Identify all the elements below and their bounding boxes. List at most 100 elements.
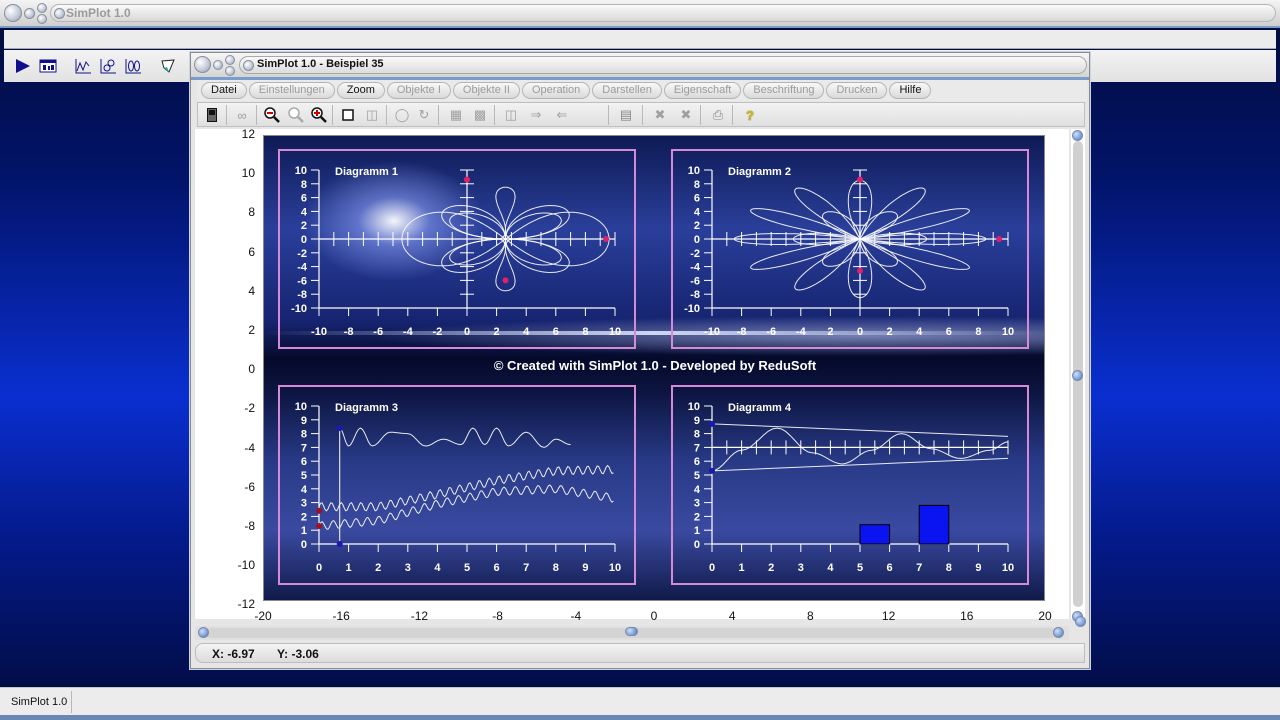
y-tick-label: 4 <box>694 206 701 218</box>
menu-item-objekte-ii[interactable]: Objekte II <box>452 82 520 99</box>
scroll-up-button[interactable] <box>1072 130 1083 141</box>
window-maximize-knob[interactable] <box>225 55 235 65</box>
y-tick-label: 0 <box>301 539 307 551</box>
taskbar-item[interactable]: SimPlot 1.0 <box>4 691 72 713</box>
y-tick-label: 10 <box>688 401 700 413</box>
x-tick-label: -4 <box>796 326 807 338</box>
device-icon[interactable] <box>202 106 222 124</box>
grid-icon[interactable]: ◫ <box>362 106 382 124</box>
scroll-right-button[interactable] <box>1053 627 1064 638</box>
y-tick-label: 2 <box>301 511 307 523</box>
cursor-y: Y: -3.06 <box>277 647 319 661</box>
window-restore-knob[interactable] <box>225 66 235 76</box>
x-tick-label: 10 <box>1002 326 1014 338</box>
x-tick-label: 3 <box>405 562 411 574</box>
marker-point <box>996 236 1003 242</box>
horizontal-scroll-thumb[interactable] <box>625 627 638 636</box>
x-tick-label: 2 <box>494 326 500 338</box>
menu-item-eigenschaft[interactable]: Eigenschaft <box>663 82 742 99</box>
print-icon[interactable]: ⎙ <box>708 106 728 124</box>
x-tick-label: 0 <box>316 562 322 574</box>
y-tick-label: -2 <box>690 248 700 260</box>
menu-item-einstellungen[interactable]: Einstellungen <box>248 82 335 99</box>
marker-point <box>316 523 322 530</box>
y-axis-tick-label: 2 <box>248 323 255 337</box>
layout-icon[interactable]: ◫ <box>501 106 521 124</box>
window-minimize-knob[interactable] <box>213 60 223 70</box>
delete-icon[interactable]: ✖ <box>650 106 670 124</box>
y-axis-tick-label: 0 <box>248 362 255 377</box>
x-axis-tick-label: 8 <box>807 609 814 623</box>
zoom-reset-icon[interactable] <box>286 106 306 124</box>
menu-item-operation[interactable]: Operation <box>521 82 591 99</box>
bar[interactable] <box>859 524 891 545</box>
menu-item-datei[interactable]: Datei <box>201 82 247 99</box>
x-tick-label: 2 <box>827 326 833 338</box>
menu-item-beschriftung[interactable]: Beschriftung <box>743 82 825 99</box>
toolbar-separator <box>642 105 643 125</box>
y-tick-label: 2 <box>301 220 307 232</box>
diagram-2: Diagramm 21086420-2-4-6-8-10-10 -8 -6 -4 2 0 2… <box>671 149 1029 349</box>
close-knob[interactable] <box>4 4 22 22</box>
x-tick-label: -8 <box>344 326 354 338</box>
marker-point <box>464 176 470 183</box>
menu-item-darstellen[interactable]: Darstellen <box>592 82 662 99</box>
horizontal-scrollbar[interactable] <box>195 616 1086 640</box>
pages-icon[interactable]: ▤ <box>616 106 636 124</box>
delete-all-icon[interactable]: ✖ <box>676 106 696 124</box>
square-icon[interactable] <box>338 106 358 124</box>
y-tick-label: 0 <box>694 539 700 551</box>
arrow-left-icon[interactable]: ⇐ <box>552 106 572 124</box>
bar[interactable] <box>918 504 950 545</box>
plot-area[interactable]: Diagramm 1 10 8 6 4 2 0 -2 -4 -6 -8 -10 -10 -8 -6 -4 -2 0… <box>263 135 1045 601</box>
menu-item-hilfe[interactable]: Hilfe <box>889 82 932 99</box>
vertical-scroll-thumb[interactable] <box>1072 370 1083 381</box>
diagram-4: Diagramm 41098765432100 1 2 3 4 5 6 7 8 9 10 <box>671 385 1029 585</box>
zoom-in-icon[interactable] <box>309 106 329 124</box>
circle-frame-icon[interactable]: ◯ <box>392 106 412 124</box>
maximize-knob[interactable] <box>37 3 47 13</box>
y-axis-tick-label: 6 <box>248 244 255 259</box>
parametric-chart-icon[interactable] <box>97 56 119 76</box>
table-icon[interactable]: ▦ <box>446 106 466 124</box>
x-tick-label: 0 <box>464 326 470 338</box>
menu-item-drucken[interactable]: Drucken <box>826 82 888 99</box>
y-tick-label: 6 <box>301 456 307 468</box>
minimize-knob[interactable] <box>24 8 35 19</box>
scroll-left-button[interactable] <box>198 627 209 638</box>
rotate-icon[interactable]: ↻ <box>414 106 434 124</box>
marker-point <box>336 541 343 547</box>
x-tick-label: 6 <box>887 562 893 574</box>
marker-point <box>857 176 863 183</box>
y-tick-label: 7 <box>694 442 700 454</box>
polar-chart-icon[interactable] <box>122 56 144 76</box>
window-title-bar[interactable]: SimPlot 1.0 - Beispiel 35 <box>191 53 1089 77</box>
x-tick-label: 1 <box>346 562 352 574</box>
shape-icon[interactable] <box>157 56 179 76</box>
x-tick-label: 6 <box>553 326 559 338</box>
vertical-scrollbar[interactable] <box>1071 129 1085 622</box>
window-close-knob[interactable] <box>194 56 211 73</box>
glasses-icon[interactable]: ∞ <box>232 106 252 124</box>
arrow-right-icon[interactable]: ⇒ <box>526 106 546 124</box>
play-icon[interactable] <box>12 56 34 76</box>
diagram-frame <box>671 149 1029 349</box>
menu-item-zoom[interactable]: Zoom <box>336 82 385 99</box>
menu-item-objekte-i[interactable]: Objekte I <box>386 82 451 99</box>
window-icon[interactable] <box>37 56 59 76</box>
restore-knob[interactable] <box>37 14 47 24</box>
toolbar-separator <box>608 105 609 125</box>
y-tick-label: -6 <box>297 275 307 287</box>
diagram-frame <box>278 385 636 585</box>
image-icon[interactable]: ▩ <box>470 106 490 124</box>
series-oscillation-1 <box>318 464 614 512</box>
y-axis-tick-label: -4 <box>244 440 255 455</box>
zoom-out-icon[interactable] <box>262 106 282 124</box>
line-lower-envelope <box>711 457 1009 472</box>
window-title: SimPlot 1.0 - Beispiel 35 <box>257 58 384 70</box>
line-chart-icon[interactable] <box>72 56 94 76</box>
menu-bar: Datei Einstellungen Zoom Objekte I Objekte I… <box>197 80 1087 101</box>
x-tick-label: 8 <box>975 326 981 338</box>
help-icon[interactable]: ? <box>740 106 760 124</box>
scroll-corner-button[interactable] <box>1075 616 1086 627</box>
